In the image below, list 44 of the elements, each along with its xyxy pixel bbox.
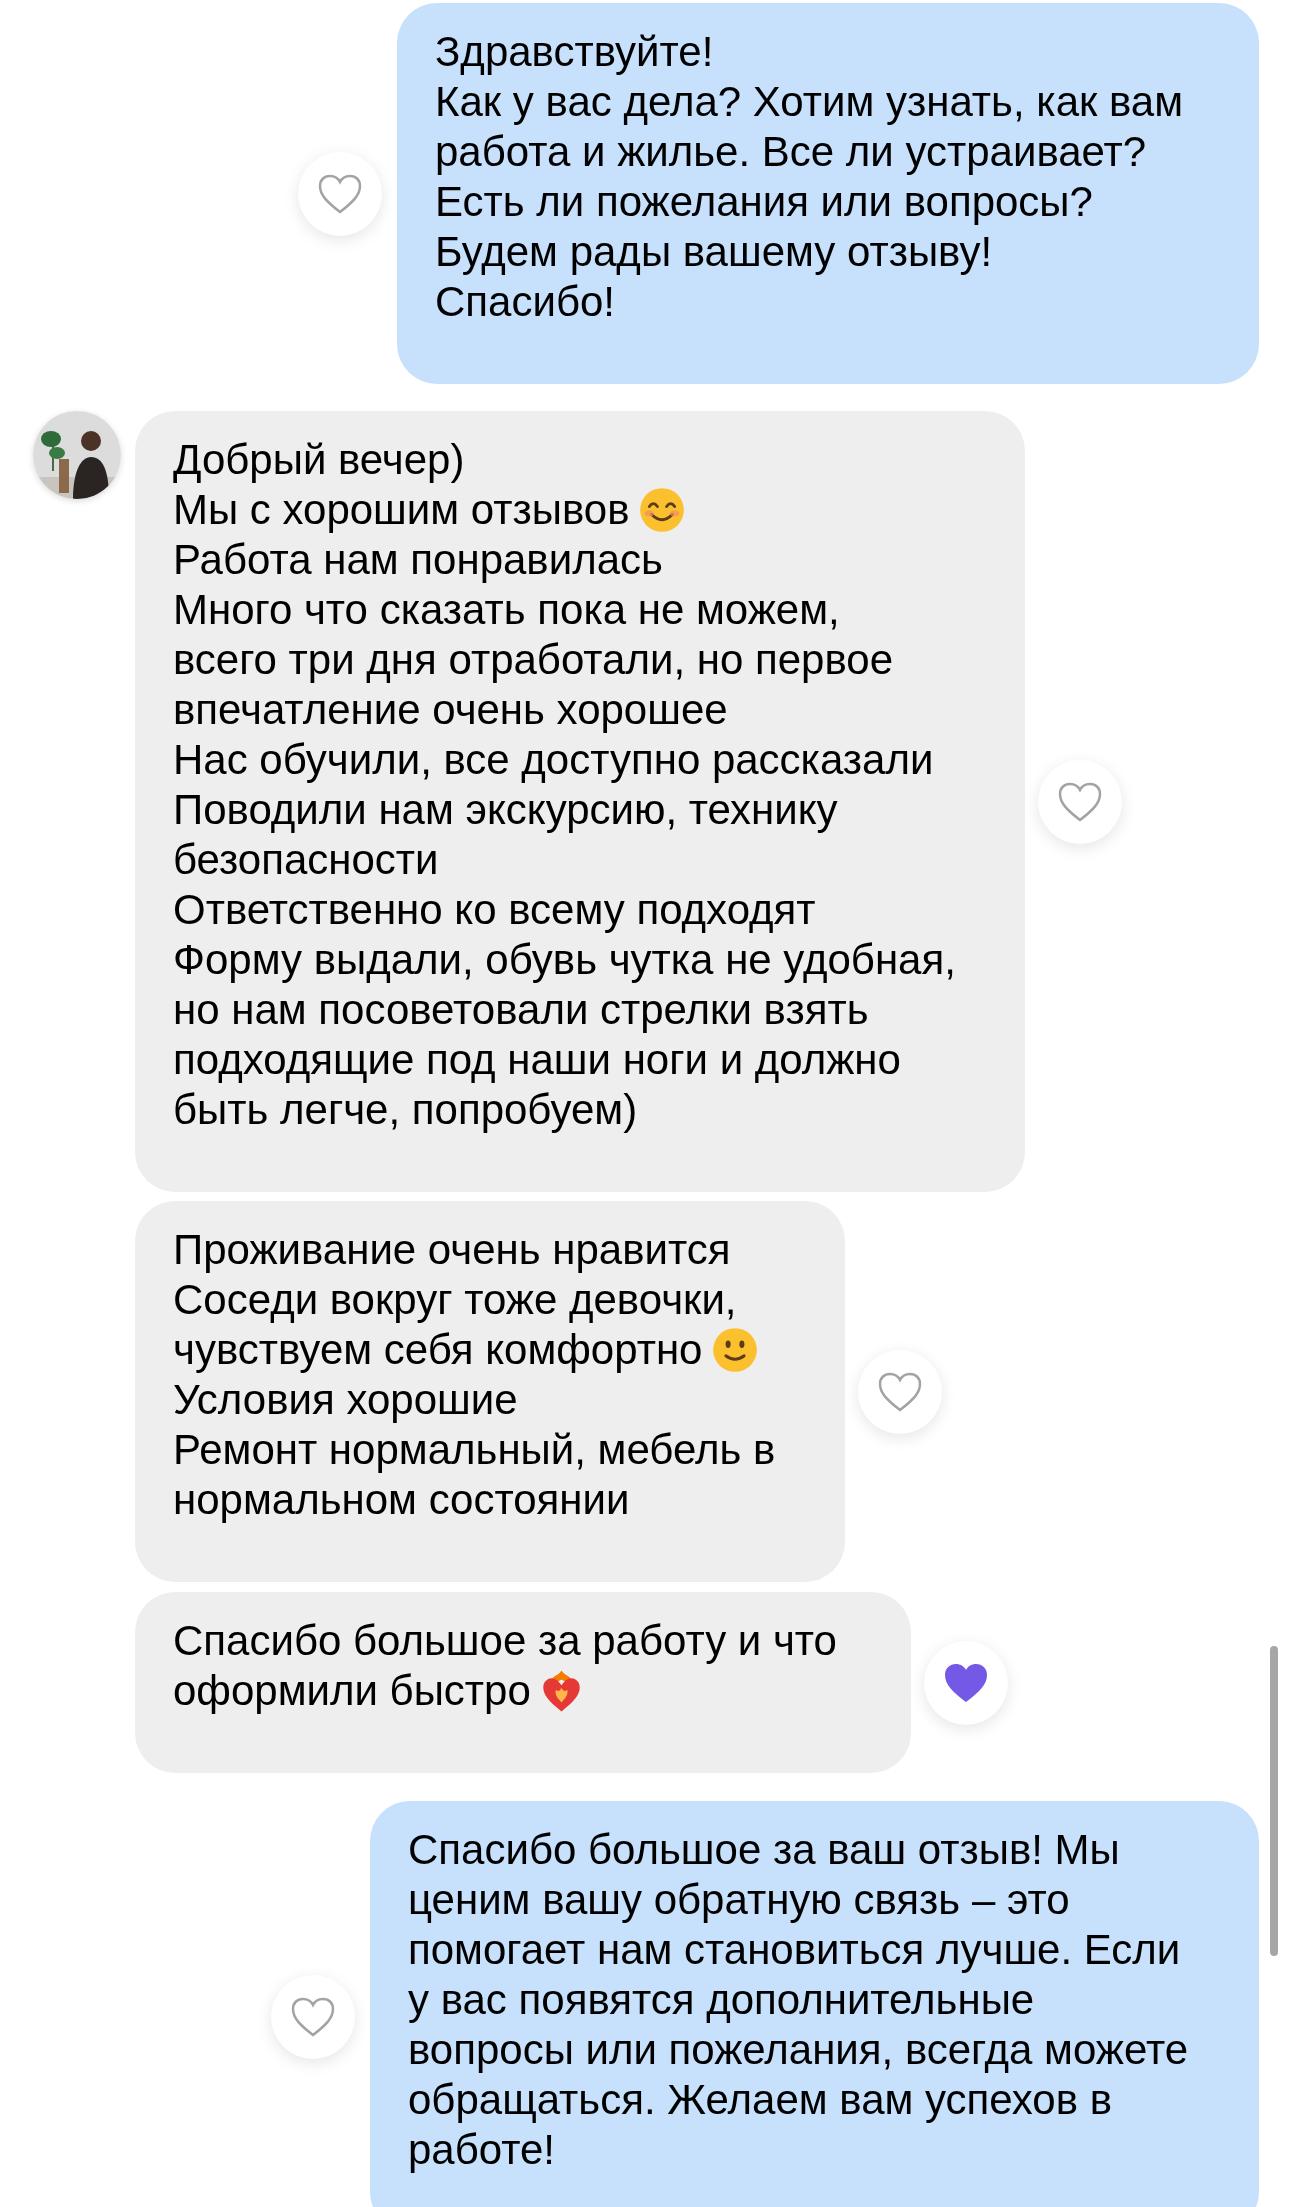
message-text: Условия хорошие <box>173 1375 518 1425</box>
message-text: Есть ли пожелания или вопросы? <box>435 177 1093 227</box>
message-text: Форму выдали, обувь чутка не удобная, <box>173 935 956 985</box>
message-text: ценим вашу обратную связь – это <box>408 1875 1070 1925</box>
message-text: оформили быстро <box>173 1666 531 1716</box>
heart-icon <box>877 1370 923 1413</box>
message-text: Как у вас дела? Хотим узнать, как вам <box>435 77 1184 127</box>
message-text: впечатление очень хорошее <box>173 685 728 735</box>
message-text: Соседи вокруг тоже девочки, <box>173 1275 737 1325</box>
heart-icon <box>290 1995 336 2038</box>
message-text: быть легче, попробуем) <box>173 1085 638 1135</box>
message-text: работа и жилье. Все ли устраивает? <box>435 127 1147 177</box>
message-text: Спасибо большое за работу и что <box>173 1616 837 1666</box>
message-text: Мы с хорошим отзывов <box>173 485 630 535</box>
message-text: Нас обучили, все доступно рассказали <box>173 735 934 785</box>
message-text: вопросы или пожелания, всегда можете <box>408 2025 1188 2075</box>
message-text: Добрый вечер) <box>173 435 465 485</box>
message-text: Спасибо большое за ваш отзыв! Мы <box>408 1825 1120 1875</box>
message-text: обращаться. Желаем вам успехов в <box>408 2075 1112 2125</box>
message-text: но нам посоветовали стрелки взять <box>173 985 869 1035</box>
message-text: Работа нам понравилась <box>173 535 663 585</box>
message-text: Ремонт нормальный, мебель в <box>173 1425 776 1475</box>
heart-icon <box>943 1661 989 1704</box>
message-text: Здравствуйте! <box>435 27 714 77</box>
message-text: Много что сказать пока не можем, <box>173 585 840 635</box>
smiling-face-icon <box>712 1327 759 1373</box>
message-text: чувствуем себя комфортно <box>173 1325 703 1375</box>
flaming-heart-icon <box>540 1668 582 1714</box>
message-text: Проживание очень нравится <box>173 1225 731 1275</box>
scrollbar[interactable] <box>1270 1646 1278 1956</box>
message-text: безопасности <box>173 835 439 885</box>
heart-icon <box>1057 780 1103 823</box>
message-text: помогает нам становиться лучше. Если <box>408 1925 1181 1975</box>
message-text: Будем рады вашему отзыву! <box>435 227 993 277</box>
message-text: работе! <box>408 2125 555 2175</box>
message-text: подходящие под наши ноги и должно <box>173 1035 901 1085</box>
message-text: всего три дня отработали, но первое <box>173 635 893 685</box>
message-text: нормальном состоянии <box>173 1475 630 1525</box>
message-text: Ответственно ко всему подходят <box>173 885 816 935</box>
message-text: Поводили нам экскурсию, технику <box>173 785 838 835</box>
message-text: у вас появятся дополнительные <box>408 1975 1035 2025</box>
heart-icon <box>317 172 363 215</box>
smiling-face-icon <box>639 487 686 533</box>
message-text: Спасибо! <box>435 277 615 327</box>
